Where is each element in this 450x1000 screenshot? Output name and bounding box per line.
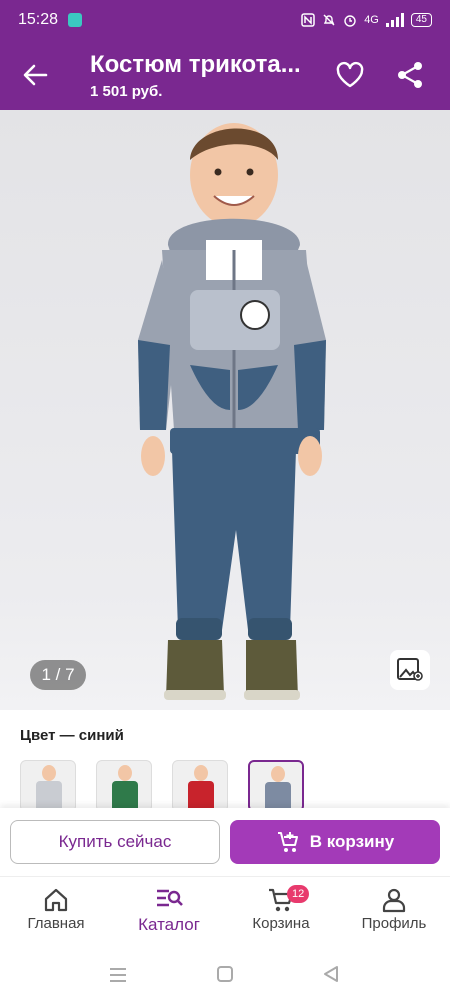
- cart-count-badge: 12: [287, 885, 310, 903]
- nav-home-label: Главная: [27, 915, 85, 932]
- color-swatch-green[interactable]: [96, 760, 152, 812]
- nfc-icon: [301, 13, 315, 27]
- nav-profile-label: Профиль: [361, 915, 427, 932]
- nav-cart[interactable]: 12 Корзина: [231, 885, 331, 932]
- back-arrow-icon[interactable]: [20, 60, 50, 90]
- app-bar: Костюм трикота... 1 501 руб.: [0, 40, 450, 110]
- add-to-cart-button[interactable]: В корзину: [230, 820, 440, 864]
- image-counter: 1 / 7: [30, 660, 86, 690]
- bottom-navigation: Главная Каталог 12 Корзина Профиль: [0, 876, 450, 952]
- network-type: 4G: [364, 14, 379, 26]
- heart-icon[interactable]: [335, 60, 365, 90]
- status-icons: 4G 45: [301, 13, 432, 27]
- product-title: Костюм трикота...: [90, 51, 301, 78]
- profile-icon: [382, 888, 406, 913]
- app-notification-icon: [68, 13, 83, 27]
- color-swatch-red[interactable]: [172, 760, 228, 812]
- battery-indicator: 45: [410, 13, 432, 27]
- add-to-cart-label: В корзину: [309, 832, 395, 851]
- color-label: Цвет — синий: [20, 727, 124, 744]
- nav-profile[interactable]: Профиль: [344, 885, 444, 932]
- nav-catalog-label: Каталог: [138, 915, 200, 934]
- alarm-icon: [344, 15, 356, 27]
- share-icon[interactable]: [395, 60, 425, 90]
- cart-add-icon: [277, 832, 298, 852]
- home-icon: [44, 888, 68, 912]
- color-swatch-light[interactable]: [20, 760, 76, 812]
- product-image[interactable]: 1 / 7: [0, 110, 450, 710]
- nav-home[interactable]: Главная: [6, 885, 106, 932]
- system-navigation-bar: [0, 952, 450, 1000]
- nav-catalog[interactable]: Каталог: [119, 885, 219, 935]
- nav-cart-label: Корзина: [252, 915, 310, 932]
- catalog-search-icon: [157, 889, 183, 907]
- status-bar: 15:28 4G 45: [0, 0, 450, 40]
- product-photo-illustration: [138, 123, 326, 700]
- gallery-button[interactable]: [390, 650, 430, 690]
- color-swatch-blue-selected[interactable]: [248, 760, 304, 812]
- signal-icon: [385, 13, 404, 27]
- product-price: 1 501 руб.: [90, 83, 163, 100]
- status-time: 15:28: [18, 11, 59, 28]
- purchase-actions: Купить сейчас В корзину: [0, 808, 450, 876]
- home-square-icon[interactable]: [216, 965, 234, 983]
- buy-now-button[interactable]: Купить сейчас: [10, 820, 220, 864]
- recents-menu-icon[interactable]: [108, 966, 128, 984]
- image-gallery-icon: [397, 658, 423, 681]
- mute-bell-icon: [323, 14, 335, 26]
- back-triangle-icon[interactable]: [322, 965, 340, 983]
